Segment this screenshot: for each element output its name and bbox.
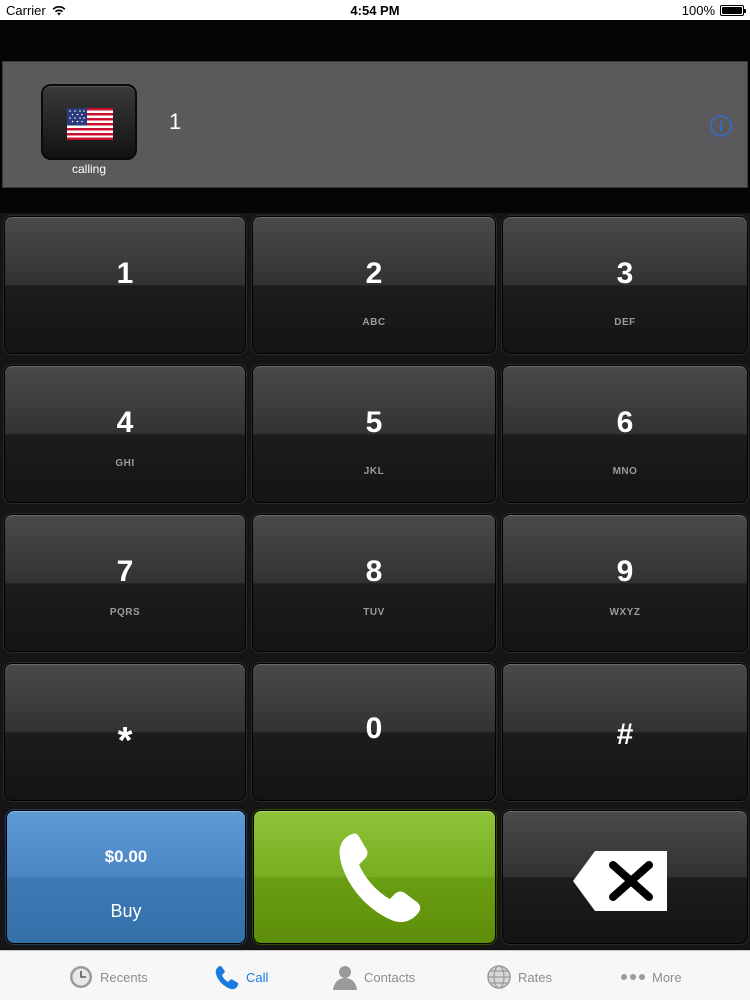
battery-percent: 100% [681,3,715,18]
key-digit: 6 [616,406,634,439]
tab-more[interactable]: More [620,963,682,991]
key-letters: WXYZ [609,607,641,618]
us-flag-icon [67,108,113,140]
top-band [0,20,750,60]
key-letters: JKL [363,466,385,477]
key-digit: 2 [365,257,383,290]
key-letters: ABC [362,317,386,328]
key-star[interactable]: * [4,663,246,801]
clock-icon [70,966,92,988]
key-digit: # [616,718,634,751]
info-circle-icon[interactable] [709,114,733,138]
tab-contacts[interactable]: Contacts [332,963,415,991]
key-digit: 5 [365,406,383,439]
status-time: 4:54 PM [350,3,400,18]
tab-label: Contacts [364,969,416,985]
tab-call[interactable]: Call [214,963,268,991]
dialed-number: 1 [169,109,182,134]
key-letters: TUV [363,607,385,618]
key-5[interactable]: 5 JKL [252,365,496,503]
globe-icon [487,965,511,989]
key-1[interactable]: 1 [4,216,246,354]
buy-label: Buy [110,901,142,921]
key-digit: 8 [365,555,383,588]
key-digit: 9 [616,555,634,588]
tab-bar: Recents Call Contacts Rates More [0,950,750,1000]
phone-icon [215,966,238,990]
key-9[interactable]: 9 WXYZ [502,514,748,652]
number-display: calling 1 [2,61,748,188]
keypad: 1 2 ABC 3 DEF 4 GHI 5 JKL 6 MNO 7 PQRS 8… [0,213,750,950]
balance-amount: $0.00 [104,847,148,866]
key-digit: 0 [365,712,383,745]
key-digit: 3 [616,257,634,290]
key-digit: 4 [116,406,134,439]
key-6[interactable]: 6 MNO [502,365,748,503]
tab-label: Call [246,969,269,985]
call-button[interactable] [253,810,496,944]
status-bar: Carrier 4:54 PM 100% [0,0,750,20]
key-7[interactable]: 7 PQRS [4,514,246,652]
key-letters: DEF [614,317,636,328]
tab-rates[interactable]: Rates [486,963,552,991]
key-hash[interactable]: # [502,663,748,801]
phone-icon [339,833,421,923]
calling-label: calling [71,162,107,176]
key-3[interactable]: 3 DEF [502,216,748,354]
person-icon [333,966,357,990]
key-digit: 7 [116,555,134,588]
tab-recents[interactable]: Recents [68,963,148,991]
battery-icon [720,5,746,16]
key-letters: PQRS [109,607,141,618]
key-0[interactable]: 0 [252,663,496,801]
key-8[interactable]: 8 TUV [252,514,496,652]
key-letters: MNO [612,466,638,477]
backspace-icon [573,851,667,911]
key-letters: GHI [115,458,135,469]
buy-credit-button[interactable]: $0.00 Buy [6,810,246,944]
tab-label: Recents [100,969,148,985]
tab-label: More [652,969,682,985]
key-4[interactable]: 4 GHI [4,365,246,503]
key-digit: * [117,720,133,762]
status-right: 100% [681,3,746,18]
backspace-button[interactable] [502,810,748,944]
tab-label: Rates [518,969,552,985]
more-icon [621,974,645,980]
key-2[interactable]: 2 ABC [252,216,496,354]
mid-band [0,189,750,213]
country-flag-button[interactable] [41,84,137,160]
key-digit: 1 [116,257,134,290]
